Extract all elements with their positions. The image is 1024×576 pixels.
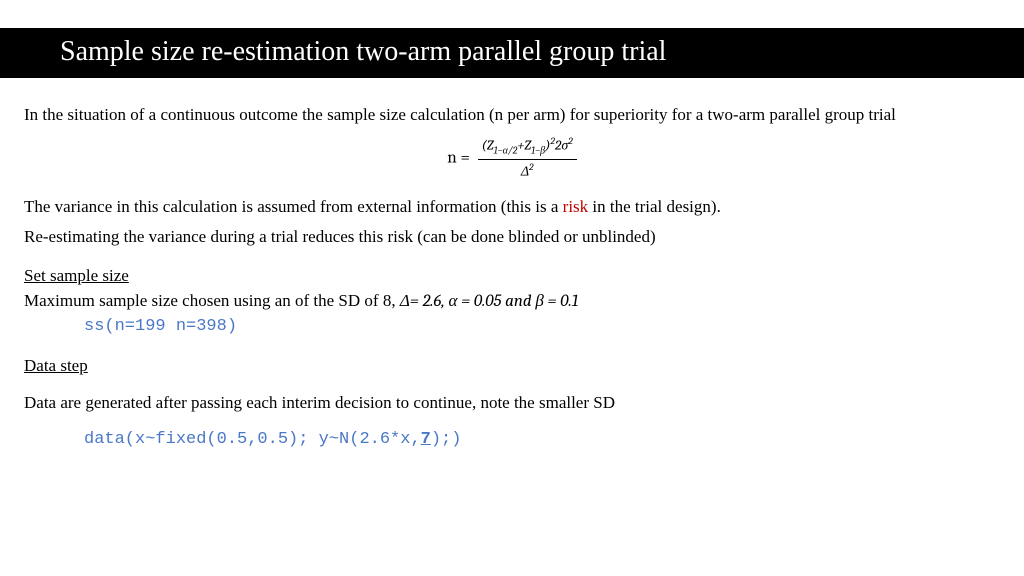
intro-text: In the situation of a continuous outcome… <box>24 104 1000 127</box>
variance-text: The variance in this calculation is assu… <box>24 196 1000 219</box>
code-data: data(x~fixed(0.5,0.5); y~N(2.6*x,7);) <box>84 429 1000 452</box>
formula-denominator: Δ2 <box>478 160 577 182</box>
data-step-text: Data are generated after passing each in… <box>24 392 1000 415</box>
slide-body: In the situation of a continuous outcome… <box>0 78 1024 452</box>
heading-set-sample-size: Set sample size <box>24 265 1000 288</box>
code-ss: ss(n=199 n=398) <box>84 316 1000 339</box>
code-highlight-sd: 7 <box>421 430 431 449</box>
risk-word: risk <box>563 197 589 216</box>
formula-lhs: n = <box>447 148 470 167</box>
slide: Sample size re-estimation two-arm parall… <box>0 28 1024 576</box>
formula: n = (Z1−α/2+Z1−β)22σ2 Δ2 <box>24 135 1000 182</box>
reestimate-text: Re-estimating the variance during a tria… <box>24 226 1000 249</box>
formula-numerator: (Z1−α/2+Z1−β)22σ2 <box>478 135 577 160</box>
formula-fraction: (Z1−α/2+Z1−β)22σ2 Δ2 <box>478 135 577 182</box>
heading-data-step: Data step <box>24 355 1000 378</box>
set-sample-size-text: Maximum sample size chosen using an of t… <box>24 290 1000 314</box>
slide-title: Sample size re-estimation two-arm parall… <box>0 28 1024 78</box>
